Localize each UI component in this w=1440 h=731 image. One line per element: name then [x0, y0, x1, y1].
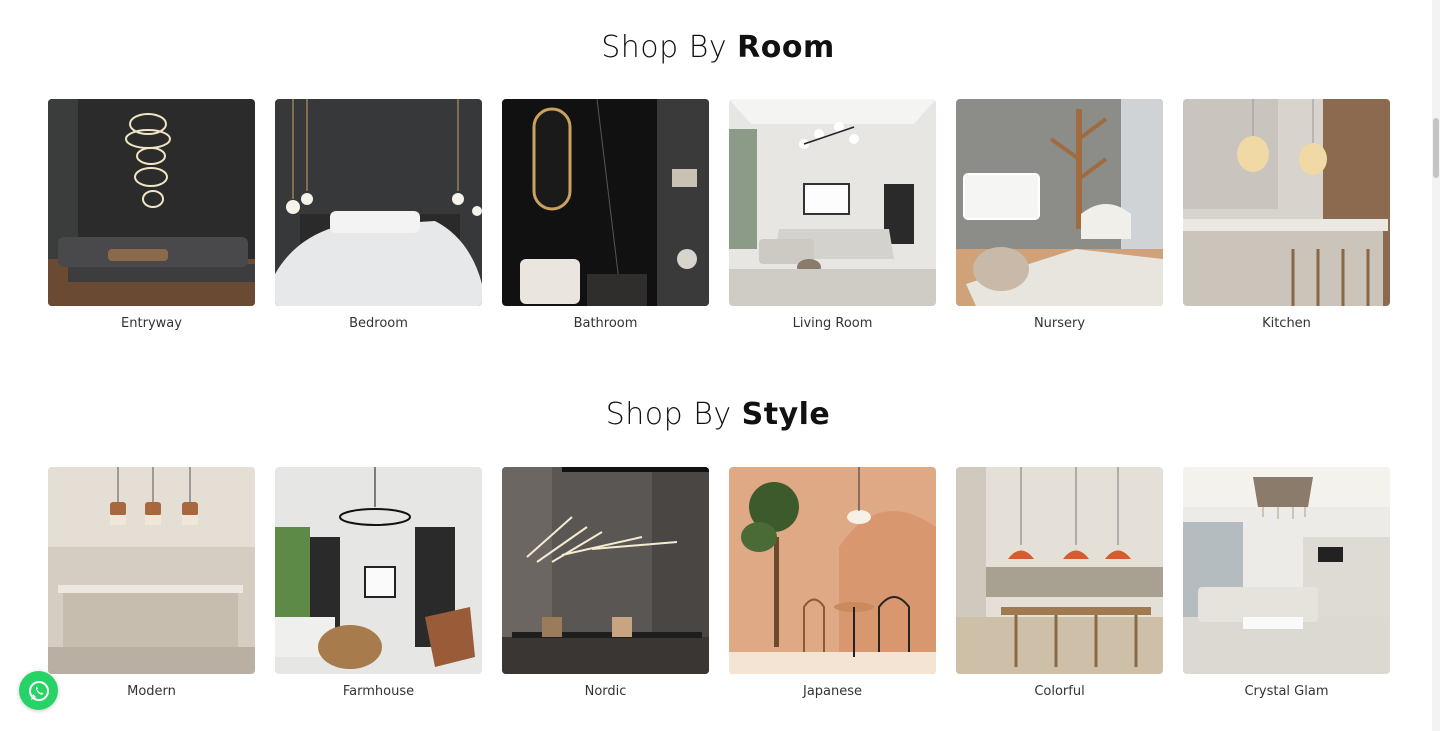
style-grid: Modern Farmhouse Nordic Japanese Colorfu…: [48, 467, 1390, 699]
style-image-japanese[interactable]: [729, 467, 936, 674]
style-label-crystal-glam[interactable]: Crystal Glam: [1183, 684, 1390, 699]
room-image-bedroom[interactable]: [275, 99, 482, 306]
room-grid: Entryway Bedroom Bathroom Living Room Nu…: [48, 99, 1390, 331]
room-card-bedroom[interactable]: Bedroom: [275, 99, 482, 331]
room-card-entryway[interactable]: Entryway: [48, 99, 255, 331]
room-card-living-room[interactable]: Living Room: [729, 99, 936, 331]
style-label-farmhouse[interactable]: Farmhouse: [275, 684, 482, 699]
page: Shop By Room Entryway Bedroom Bathroom L…: [0, 0, 1432, 731]
title-light: Shop By: [601, 30, 728, 65]
room-label-bedroom[interactable]: Bedroom: [275, 316, 482, 331]
room-card-nursery[interactable]: Nursery: [956, 99, 1163, 331]
shop-by-style-title: Shop By Style: [0, 397, 1436, 432]
scrollbar[interactable]: [1432, 0, 1440, 731]
room-label-kitchen[interactable]: Kitchen: [1183, 316, 1390, 331]
whatsapp-button[interactable]: [19, 671, 58, 710]
style-label-japanese[interactable]: Japanese: [729, 684, 936, 699]
style-card-nordic[interactable]: Nordic: [502, 467, 709, 699]
room-card-kitchen[interactable]: Kitchen: [1183, 99, 1390, 331]
style-image-nordic[interactable]: [502, 467, 709, 674]
style-label-colorful[interactable]: Colorful: [956, 684, 1163, 699]
room-image-kitchen[interactable]: [1183, 99, 1390, 306]
title-bold: Style: [741, 397, 831, 432]
style-label-nordic[interactable]: Nordic: [502, 684, 709, 699]
shop-by-room-title: Shop By Room: [0, 30, 1436, 65]
style-card-modern[interactable]: Modern: [48, 467, 255, 699]
room-label-entryway[interactable]: Entryway: [48, 316, 255, 331]
whatsapp-icon: [28, 680, 49, 701]
style-card-farmhouse[interactable]: Farmhouse: [275, 467, 482, 699]
style-card-crystal-glam[interactable]: Crystal Glam: [1183, 467, 1390, 699]
room-image-living-room[interactable]: [729, 99, 936, 306]
scrollbar-thumb[interactable]: [1433, 118, 1439, 178]
style-label-modern[interactable]: Modern: [48, 684, 255, 699]
room-image-bathroom[interactable]: [502, 99, 709, 306]
room-label-nursery[interactable]: Nursery: [956, 316, 1163, 331]
style-image-colorful[interactable]: [956, 467, 1163, 674]
style-image-crystal-glam[interactable]: [1183, 467, 1390, 674]
room-card-bathroom[interactable]: Bathroom: [502, 99, 709, 331]
title-bold: Room: [737, 30, 835, 65]
style-card-japanese[interactable]: Japanese: [729, 467, 936, 699]
title-light: Shop By: [605, 397, 732, 432]
style-image-farmhouse[interactable]: [275, 467, 482, 674]
style-image-modern[interactable]: [48, 467, 255, 674]
room-image-nursery[interactable]: [956, 99, 1163, 306]
room-label-bathroom[interactable]: Bathroom: [502, 316, 709, 331]
room-label-living-room[interactable]: Living Room: [729, 316, 936, 331]
style-card-colorful[interactable]: Colorful: [956, 467, 1163, 699]
room-image-entryway[interactable]: [48, 99, 255, 306]
